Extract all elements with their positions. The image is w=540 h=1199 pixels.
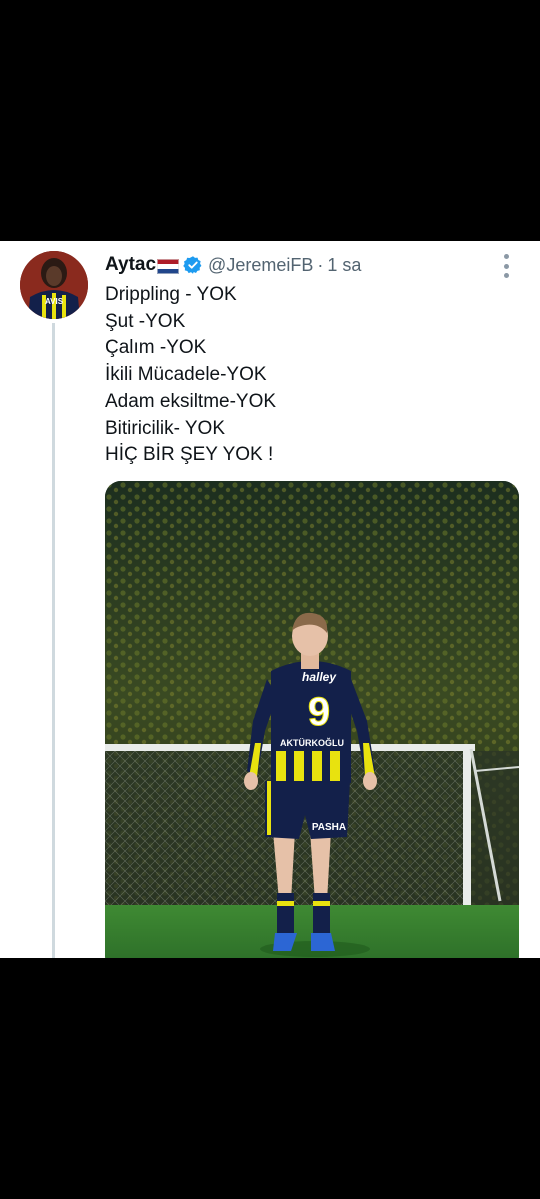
tweet-text-line: İkili Mücadele-YOK xyxy=(105,364,267,386)
tweet-text-line: Şut -YOK xyxy=(105,310,186,332)
tweet-media-photo[interactable]: PASHA halley 9 AKTÜRKOĞLU xyxy=(105,481,519,958)
tweet-text-line: Drippling - YOK xyxy=(105,284,237,305)
tweet-timestamp[interactable]: 1 sa xyxy=(327,255,361,276)
tweet-text-line: Bitiricilik- YOK xyxy=(105,417,225,439)
meta-separator: · xyxy=(317,254,324,275)
avatar[interactable]: AVIS xyxy=(20,251,88,319)
jersey-number-text: 9 xyxy=(308,690,330,734)
tweet-text: Drippling - YOK Şut -YOK Çalım -YOK İkil… xyxy=(105,282,276,469)
author-name[interactable]: Aytac xyxy=(105,254,156,276)
tweet-header: Aytac @JeremeiFB · 1 sa xyxy=(105,253,361,277)
thread-line xyxy=(52,323,55,958)
verified-badge-icon[interactable] xyxy=(183,255,203,275)
tweet-text-line: Adam eksiltme-YOK xyxy=(105,390,277,412)
shorts-sponsor-text: PASHA xyxy=(312,822,346,833)
jersey-name-text: AKTÜRKOĞLU xyxy=(280,737,344,748)
author-handle[interactable]: @JeremeiFB xyxy=(208,255,313,276)
tweet[interactable]: AVIS Aytac @JeremeiFB · 1 sa Drippling -… xyxy=(0,241,540,958)
more-options-icon[interactable] xyxy=(500,254,512,278)
avatar-sponsor-text: AVIS xyxy=(45,297,64,306)
netherlands-flag-icon xyxy=(157,258,180,274)
jersey-sponsor-text: halley xyxy=(302,670,337,684)
tweet-text-line: Çalım -YOK xyxy=(105,337,207,359)
tweet-text-line: HİÇ BİR ŞEY YOK ! xyxy=(105,444,274,466)
